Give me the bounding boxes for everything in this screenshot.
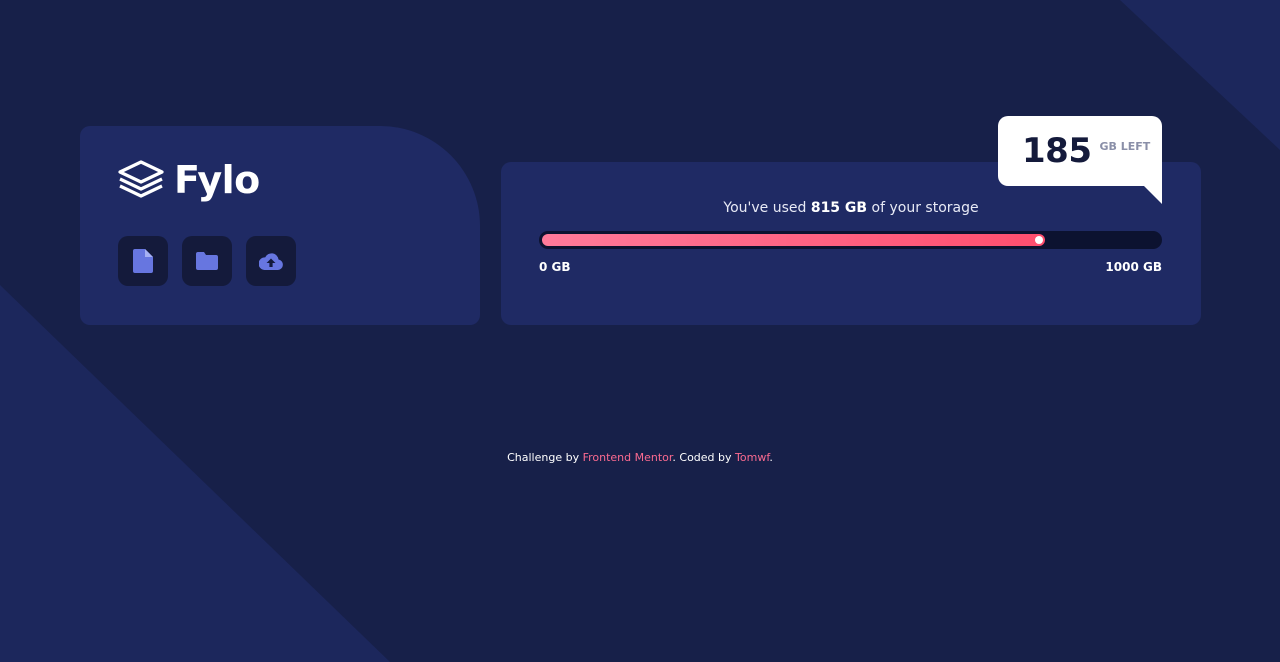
usage-suffix: of your storage bbox=[867, 200, 979, 216]
brand-name: Fylo bbox=[174, 158, 260, 202]
open-folder-button[interactable] bbox=[182, 236, 232, 286]
folder-icon bbox=[196, 252, 218, 270]
action-buttons bbox=[118, 236, 296, 286]
document-icon bbox=[133, 249, 153, 273]
background-shapes bbox=[0, 0, 1280, 662]
storage-usage-card: You've used 815 GB of your storage 0 GB … bbox=[501, 162, 1201, 325]
progress-knob bbox=[1035, 236, 1043, 244]
logo: Fylo bbox=[118, 160, 260, 200]
layers-icon bbox=[118, 160, 164, 198]
attribution-suffix: . bbox=[769, 451, 773, 464]
used-amount: 815 GB bbox=[810, 200, 868, 216]
scale-max-label: 1000 GB bbox=[1105, 260, 1162, 274]
remaining-unit: GB LEFT bbox=[1099, 139, 1151, 153]
storage-progress-fill bbox=[542, 234, 1045, 246]
attribution-footer: Challenge by Frontend Mentor. Coded by T… bbox=[0, 451, 1280, 464]
usage-prefix: You've used bbox=[723, 200, 811, 216]
progress-scale: 0 GB 1000 GB bbox=[539, 260, 1162, 274]
storage-progress-bar bbox=[539, 231, 1162, 249]
cloud-upload-button[interactable] bbox=[246, 236, 296, 286]
remaining-storage-callout: 185 GB LEFT bbox=[998, 116, 1162, 204]
brand-card: Fylo bbox=[80, 126, 480, 325]
remaining-amount: 185 bbox=[1022, 131, 1092, 171]
attribution-middle: . Coded by bbox=[672, 451, 736, 464]
frontend-mentor-link[interactable]: Frontend Mentor bbox=[583, 451, 673, 464]
cloud-upload-icon bbox=[259, 252, 283, 270]
callout-tail bbox=[1144, 186, 1162, 204]
usage-summary: You've used 815 GB of your storage bbox=[501, 200, 1201, 216]
author-link[interactable]: Tomwf bbox=[735, 451, 769, 464]
upload-document-button[interactable] bbox=[118, 236, 168, 286]
scale-min-label: 0 GB bbox=[539, 260, 571, 274]
attribution-prefix: Challenge by bbox=[507, 451, 583, 464]
